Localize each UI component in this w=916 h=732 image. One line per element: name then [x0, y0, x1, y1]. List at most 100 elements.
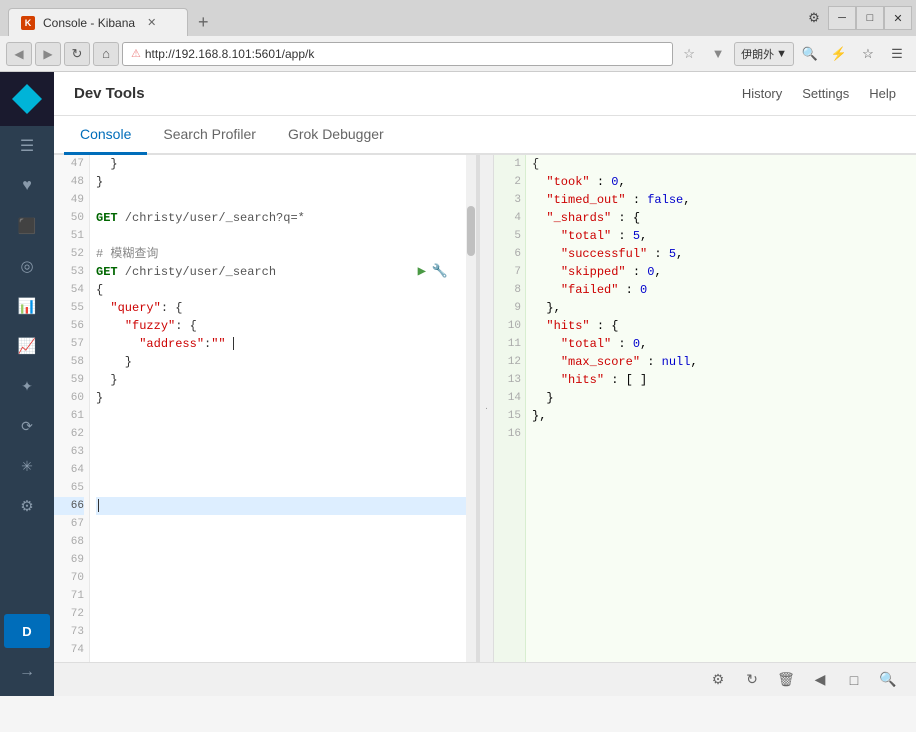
code-line-65	[96, 479, 466, 497]
window-maximize-button[interactable]: □	[856, 6, 884, 30]
window-minimize-button[interactable]: ─	[828, 6, 856, 30]
run-button[interactable]: ▶	[418, 263, 426, 281]
sidebar-item-canvas[interactable]: ✦	[0, 366, 54, 406]
tab-close-icon[interactable]: ✕	[147, 16, 156, 29]
code-line-49	[96, 191, 466, 209]
wrench-button[interactable]: 🔧	[432, 263, 448, 281]
sidebar: ☰ ♥ ⬛ ◎ 📊 📈 ✦ ⟳ ✳ ⚙ D →	[0, 72, 54, 696]
code-line-68	[96, 533, 466, 551]
code-line-50: GET /christy/user/_search?q=*	[96, 209, 466, 227]
security-icon: ⚠	[131, 47, 141, 60]
sidebar-item-dashboard[interactable]: ⬛	[0, 206, 54, 246]
settings-link[interactable]: Settings	[802, 86, 849, 101]
address-bar[interactable]: ⚠ http://192.168.8.101:5601/app/k	[122, 42, 673, 66]
line-number: 69	[54, 551, 84, 569]
line-number: 48	[54, 173, 84, 191]
panel-collapse-button[interactable]: ·	[480, 155, 494, 662]
window-controls: ⚙ ─ □ ✕	[796, 0, 916, 36]
code-line-72	[96, 605, 466, 623]
code-line-57: "address":""	[96, 335, 466, 353]
code-line-54: {	[96, 281, 466, 299]
nav-bar: ◀ ▶ ↻ ⌂ ⚠ http://192.168.8.101:5601/app/…	[0, 36, 916, 72]
top-header: Dev Tools History Settings Help	[54, 72, 916, 116]
nav-refresh-button[interactable]: ↻	[64, 42, 90, 66]
sidebar-item-apm[interactable]: ⟳	[0, 406, 54, 446]
code-editor[interactable]: 47 48 49 50 51 52 53 54 55 56 57 58 59 6…	[54, 155, 476, 662]
resp-line-6: "successful" : 5,	[532, 245, 916, 263]
nav-extra-icon2[interactable]: ☆	[855, 42, 881, 66]
sidebar-item-management[interactable]: ⚙	[0, 486, 54, 526]
tab-favicon: K	[21, 16, 35, 30]
line-number: 52	[54, 245, 84, 263]
code-line-53: GET /christy/user/_search ▶ 🔧	[96, 263, 466, 281]
search-profiler-tab[interactable]: Search Profiler	[147, 116, 272, 155]
resp-line-num: 16	[494, 425, 521, 443]
history-link[interactable]: History	[742, 86, 782, 101]
code-line-60: }	[96, 389, 466, 407]
resp-line-1: {	[532, 155, 916, 173]
nav-extra-icon1[interactable]: ⚡	[826, 42, 852, 66]
tabs-bar: Console Search Profiler Grok Debugger	[54, 116, 916, 155]
search-engine-selector[interactable]: 伊朗外 ▼	[734, 42, 794, 66]
line-number: 62	[54, 425, 84, 443]
bottom-search-icon[interactable]: 🔍	[876, 668, 900, 692]
app-container: ☰ ♥ ⬛ ◎ 📊 📈 ✦ ⟳ ✳ ⚙ D → Dev Tools Histor…	[0, 72, 916, 696]
sidebar-item-ml[interactable]: ✳	[0, 446, 54, 486]
line-number: 65	[54, 479, 84, 497]
sidebar-item-favorites[interactable]: ♥	[0, 166, 54, 206]
resp-line-2: "took" : 0,	[532, 173, 916, 191]
logo-icon	[12, 84, 42, 114]
nav-back-button[interactable]: ◀	[6, 42, 32, 66]
code-line-55: "query": {	[96, 299, 466, 317]
resp-line-3: "timed_out" : false,	[532, 191, 916, 209]
response-line-numbers: 1 2 3 4 5 6 7 8 9 10 11 12 13 14	[494, 155, 526, 662]
sidebar-item-menu[interactable]: ☰	[0, 126, 54, 166]
sidebar-item-discover[interactable]: ◎	[0, 246, 54, 286]
window-close-button[interactable]: ✕	[884, 6, 912, 30]
sidebar-item-timelion[interactable]: 📈	[0, 326, 54, 366]
bottom-back-icon[interactable]: ◀	[808, 668, 832, 692]
bottom-settings-icon[interactable]: ⚙	[706, 668, 730, 692]
help-link[interactable]: Help	[869, 86, 896, 101]
code-line-69	[96, 551, 466, 569]
bottom-delete-icon[interactable]: 🗑	[774, 668, 798, 692]
editor-scrollbar[interactable]	[466, 155, 476, 662]
resp-line-12: "max_score" : null,	[532, 353, 916, 371]
sidebar-item-visualize[interactable]: 📊	[0, 286, 54, 326]
resp-line-num: 11	[494, 335, 521, 353]
resp-line-16	[532, 425, 916, 443]
resp-line-13: "hits" : [ ]	[532, 371, 916, 389]
window-settings-icon[interactable]: ⚙	[800, 6, 828, 30]
code-line-74	[96, 641, 466, 659]
console-tab[interactable]: Console	[64, 116, 147, 155]
browser-tab[interactable]: K Console - Kibana ✕	[8, 8, 188, 36]
bottom-refresh-icon[interactable]: ↻	[740, 668, 764, 692]
line-number: 60	[54, 389, 84, 407]
nav-forward-button[interactable]: ▶	[35, 42, 61, 66]
new-tab-button[interactable]: +	[192, 8, 215, 36]
line-number: 68	[54, 533, 84, 551]
search-engine-dropdown-icon: ▼	[776, 48, 787, 60]
grok-debugger-tab[interactable]: Grok Debugger	[272, 116, 400, 155]
nav-search-icon[interactable]: 🔍	[797, 42, 823, 66]
resp-line-7: "skipped" : 0,	[532, 263, 916, 281]
line-number: 63	[54, 443, 84, 461]
nav-extra-icon3[interactable]: ☰	[884, 42, 910, 66]
sidebar-item-dev-tools[interactable]: D	[4, 614, 50, 648]
editor-scroll-thumb[interactable]	[467, 206, 475, 256]
resp-line-num: 8	[494, 281, 521, 299]
resp-line-num: 5	[494, 227, 521, 245]
sidebar-item-collapse[interactable]: →	[0, 652, 54, 692]
bookmark-list-icon[interactable]: ▼	[705, 42, 731, 66]
tab-bar: K Console - Kibana ✕ + ⚙ ─ □ ✕	[0, 0, 916, 36]
bottom-toolbar: ⚙ ↻ 🗑 ◀ □ 🔍	[54, 662, 916, 696]
line-number: 56	[54, 317, 84, 335]
nav-home-button[interactable]: ⌂	[93, 42, 119, 66]
resp-line-num: 15	[494, 407, 521, 425]
resp-line-9: },	[532, 299, 916, 317]
bottom-copy-icon[interactable]: □	[842, 668, 866, 692]
bookmark-icon[interactable]: ☆	[676, 42, 702, 66]
line-number: 74	[54, 641, 84, 659]
line-number: 73	[54, 623, 84, 641]
code-content-area[interactable]: } } GET /christy/user/_search?q=* # 模糊查询…	[90, 155, 466, 662]
